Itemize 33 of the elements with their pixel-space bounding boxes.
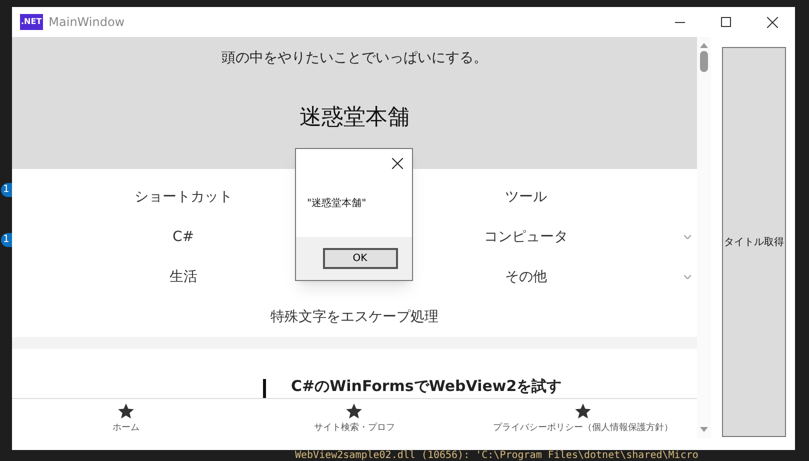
site-tagline: 頭の中をやりたいことでいっぱいにする。 <box>222 49 488 68</box>
notification-badge: 1 <box>1 183 12 197</box>
bottom-nav-button[interactable]: サイト検索・プロフ <box>240 399 469 438</box>
star-icon <box>117 402 136 420</box>
star-icon <box>574 402 592 420</box>
nav-link[interactable]: ツール <box>504 186 547 208</box>
nav-link[interactable]: ショートカット <box>134 186 232 208</box>
nav-link[interactable]: 特殊文字をエスケープ処理 <box>270 306 438 328</box>
window-title: MainWindow <box>48 14 125 31</box>
scrollbar[interactable] <box>697 37 711 438</box>
star-icon <box>345 402 364 420</box>
get-title-button[interactable]: タイトル取得 <box>722 47 786 437</box>
article-heading[interactable]: C#のWinFormsでWebView2を試す <box>291 377 562 395</box>
notification-badge: 1 <box>1 233 12 247</box>
scroll-up-icon[interactable] <box>700 43 708 48</box>
scroll-down-icon[interactable] <box>700 427 708 432</box>
nav-link[interactable]: コンピュータ <box>484 226 568 248</box>
close-icon[interactable] <box>392 158 403 168</box>
nav-link[interactable]: その他 <box>504 266 547 288</box>
app-icon: .NET <box>20 14 43 30</box>
maximize-icon <box>721 17 731 27</box>
nav-link[interactable]: 生活 <box>169 266 198 288</box>
nav-link[interactable]: C# <box>172 226 194 248</box>
bottom-nav-button[interactable]: プライバシーポリシー（個人情報保護方針） <box>468 399 697 438</box>
bottom-nav-button[interactable]: ホーム <box>12 399 240 438</box>
close-icon <box>766 16 778 28</box>
dialog-message: "迷惑堂本舗" <box>307 196 368 211</box>
chevron-down-icon[interactable] <box>684 235 691 239</box>
site-title[interactable]: 迷惑堂本舗 <box>300 101 410 134</box>
scrollbar-thumb[interactable] <box>700 51 708 72</box>
chevron-down-icon[interactable] <box>684 275 691 279</box>
ok-button[interactable]: OK <box>322 248 398 269</box>
output-line: WebView2sample02.dll (10656): 'C:\Program Files\dotnet\shared\Micro <box>295 451 698 461</box>
